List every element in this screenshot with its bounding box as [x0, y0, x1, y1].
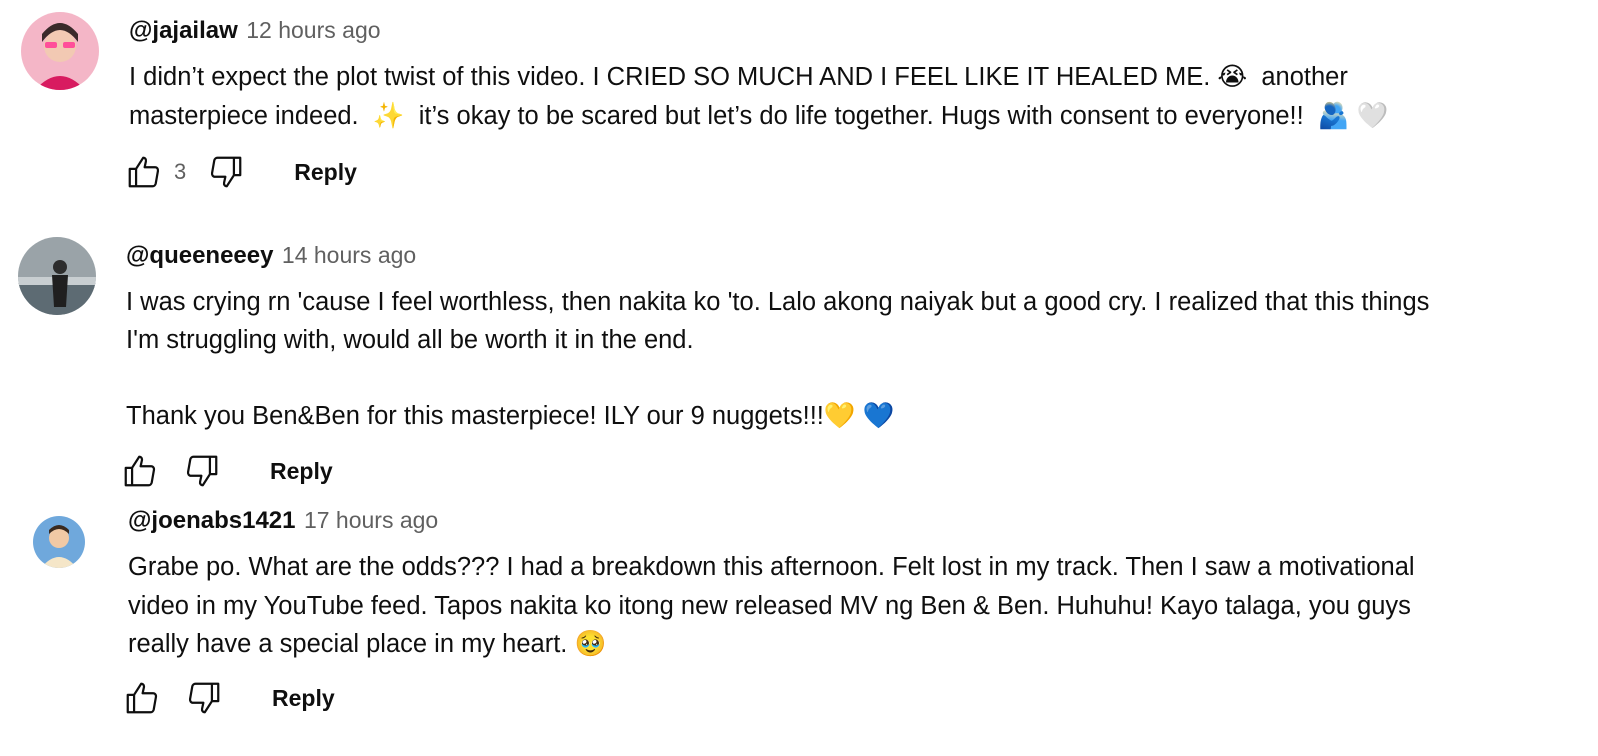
comment-header: @joenabs1421 17 hours ago — [128, 505, 1568, 535]
thumbs-up-icon — [126, 682, 158, 714]
like-button[interactable] — [122, 678, 162, 718]
reply-button[interactable]: Reply — [272, 685, 335, 712]
comment-text: I didn’t expect the plot twist of this v… — [129, 63, 1389, 130]
reply-button[interactable]: Reply — [294, 159, 357, 186]
comment-item: @joenabs1421 17 hours ago Grabe po. What… — [0, 490, 1598, 756]
author-name[interactable]: @queeneeey — [126, 242, 273, 269]
dislike-button[interactable] — [206, 152, 246, 192]
author-name[interactable]: @jajailaw — [129, 17, 238, 44]
thumbs-up-icon — [124, 455, 156, 487]
like-count: 3 — [174, 159, 187, 184]
comment-text: Grabe po. What are the odds??? I had a b… — [128, 553, 1415, 658]
like-button[interactable] — [124, 152, 164, 192]
reply-button[interactable]: Reply — [270, 458, 333, 485]
avatar-image — [21, 12, 99, 90]
comment-time[interactable]: 17 hours ago — [304, 507, 438, 533]
avatar-image — [33, 516, 85, 568]
avatar[interactable] — [21, 12, 99, 90]
author-name[interactable]: @joenabs1421 — [128, 507, 295, 534]
dislike-button[interactable] — [182, 451, 222, 491]
avatar-image — [18, 237, 96, 315]
comment-actions: Reply — [120, 451, 333, 491]
comment-item: @queeneeey 14 hours ago I was crying rn … — [0, 215, 1598, 490]
comment-time[interactable]: 14 hours ago — [282, 242, 416, 268]
comment-header: @jajailaw 12 hours ago — [129, 15, 1569, 45]
comment-time[interactable]: 12 hours ago — [246, 17, 380, 43]
comment-header: @queeneeey 14 hours ago — [126, 240, 1566, 270]
comment-text: I was crying rn 'cause I feel worthless,… — [126, 288, 1430, 430]
thumbs-down-icon — [188, 682, 220, 714]
dislike-button[interactable] — [184, 678, 224, 718]
avatar[interactable] — [18, 237, 96, 315]
like-button[interactable] — [120, 451, 160, 491]
comment-actions: Reply — [122, 678, 335, 718]
comment-item: @jajailaw 12 hours ago I didn’t expect t… — [0, 0, 1598, 215]
avatar[interactable] — [33, 516, 85, 568]
thumbs-down-icon — [211, 156, 242, 188]
thumbs-up-icon — [128, 156, 160, 188]
thumbs-down-icon — [186, 455, 218, 487]
comment-actions: 3 Reply — [124, 152, 357, 192]
